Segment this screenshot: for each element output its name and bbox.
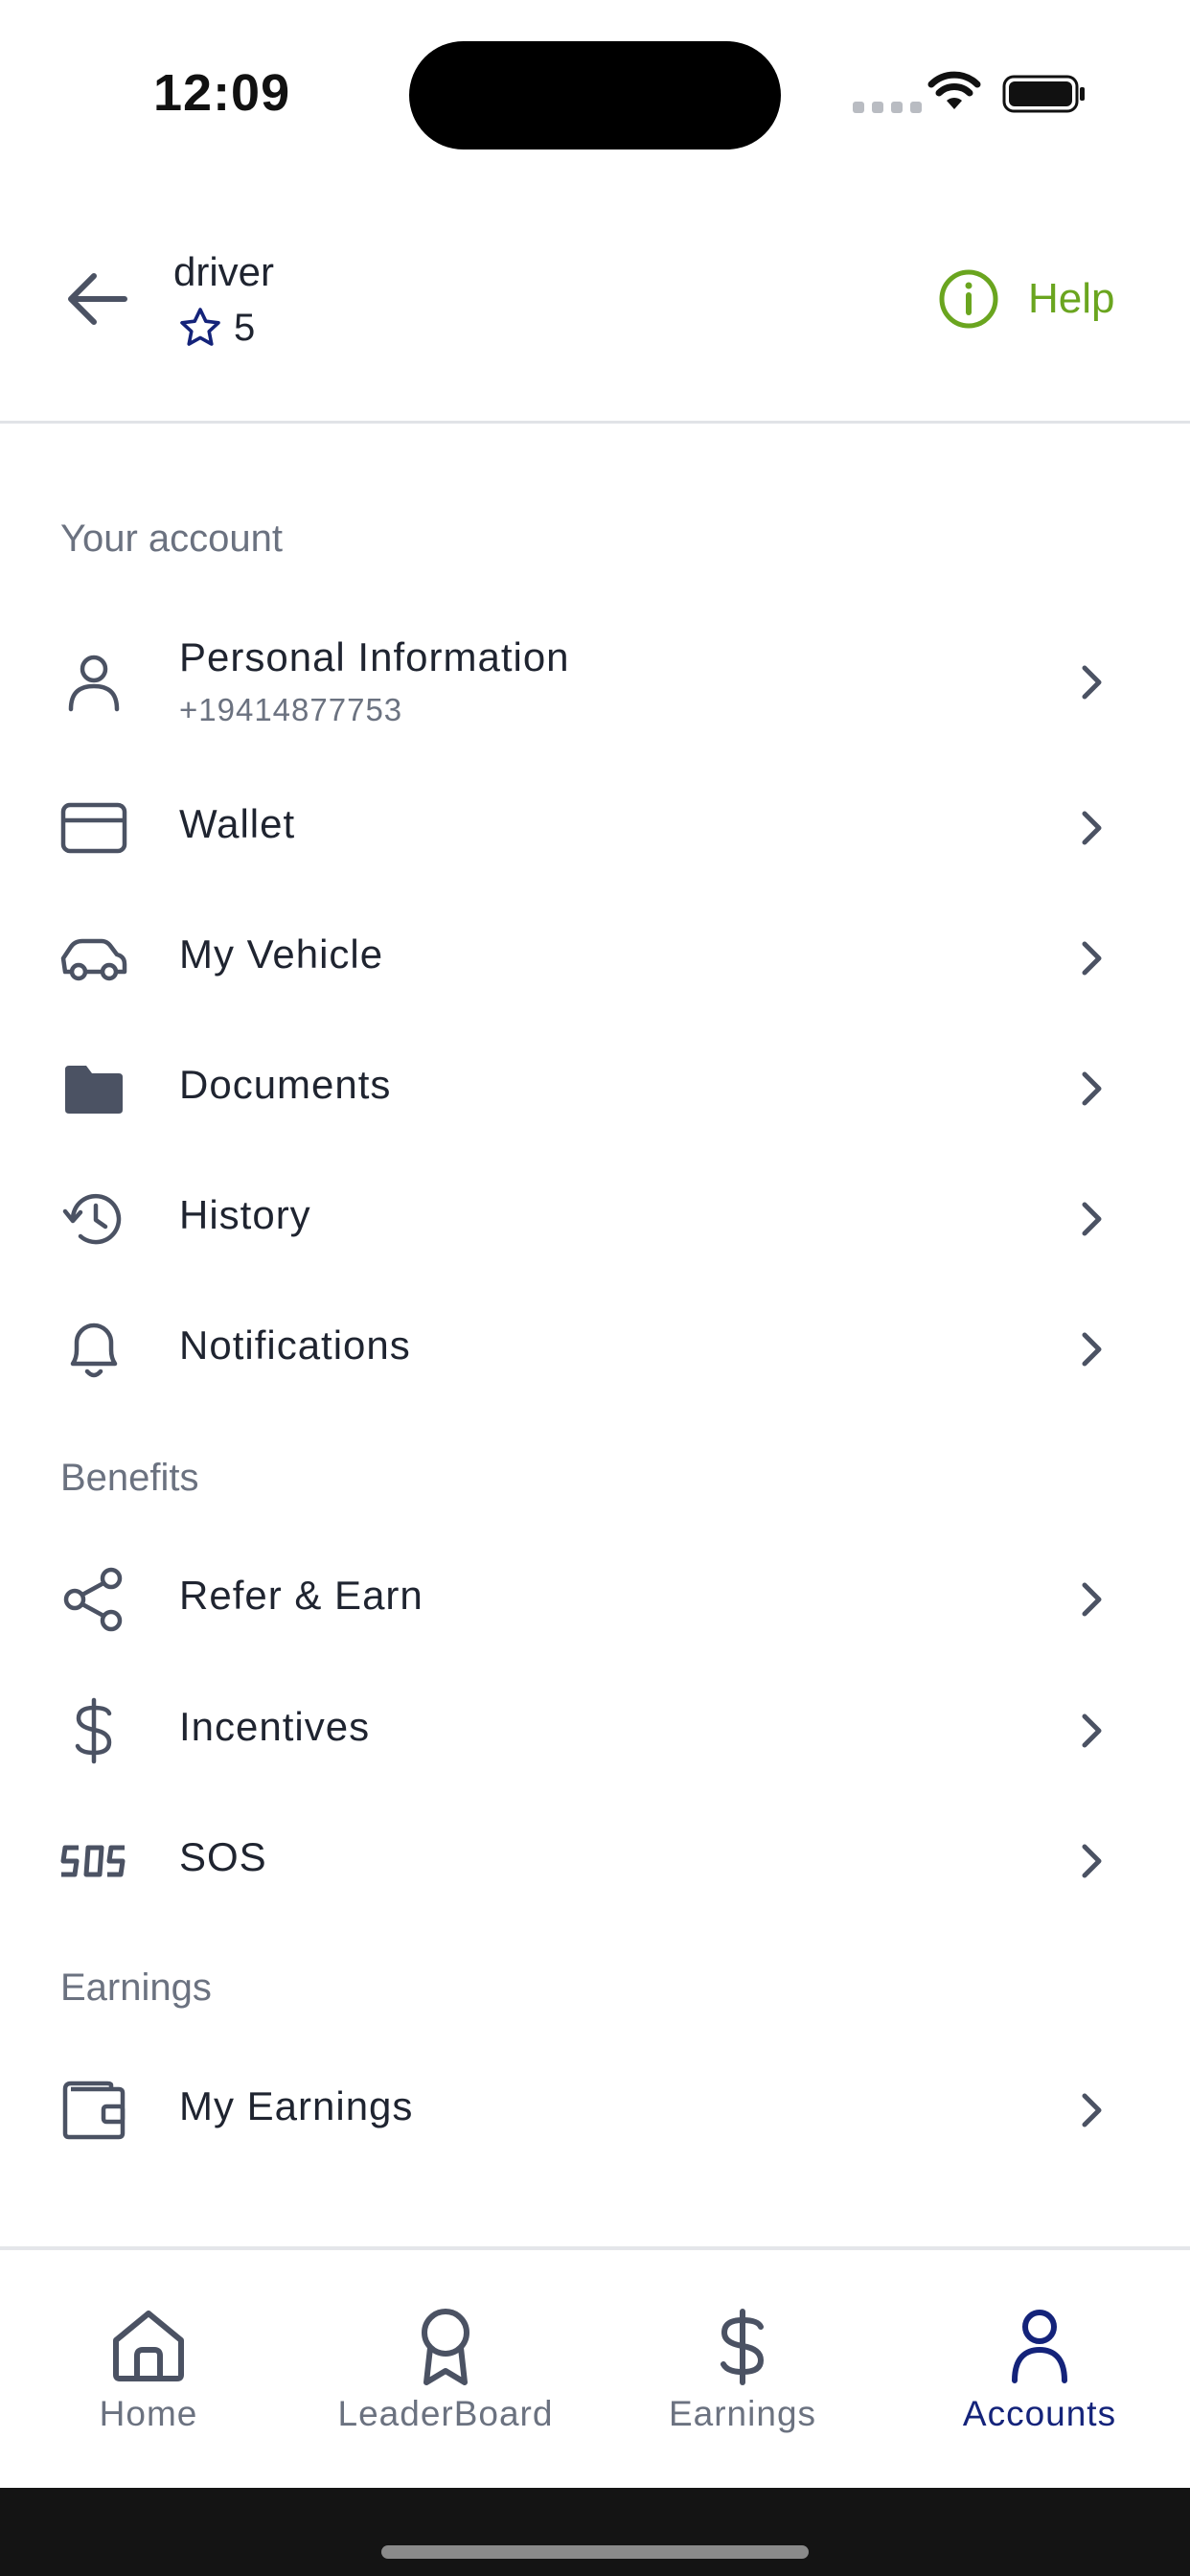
section-title-your-account: Your account — [60, 518, 284, 560]
app-header: driver 5 Help — [0, 182, 1190, 424]
section-title-earnings: Earnings — [60, 1966, 212, 2009]
user-icon — [1012, 2310, 1067, 2383]
menu-item-label: Wallet — [179, 801, 296, 846]
menu-item-history[interactable]: History — [0, 1162, 1190, 1276]
credit-card-icon — [59, 794, 128, 862]
menu-item-wallet[interactable]: Wallet — [0, 770, 1190, 886]
share-icon — [59, 1565, 128, 1634]
dollar-icon — [721, 2309, 765, 2385]
tab-leaderboard[interactable]: LeaderBoard — [297, 2250, 594, 2492]
tab-label: Earnings — [668, 2394, 817, 2433]
bell-icon — [59, 1315, 128, 1384]
menu-item-label: Incentives — [179, 1704, 371, 1749]
status-time: 12:09 — [153, 64, 291, 122]
menu-item-label: Notifications — [179, 1322, 411, 1368]
tab-label: LeaderBoard — [337, 2394, 554, 2433]
car-icon — [59, 924, 128, 993]
menu-item-refer-earn[interactable]: Refer & Earn — [0, 1542, 1190, 1657]
driver-name: driver — [173, 249, 275, 294]
tab-accounts[interactable]: Accounts — [891, 2250, 1188, 2492]
wifi-icon — [927, 71, 981, 109]
battery-icon — [1002, 75, 1085, 113]
help-button[interactable]: Help — [938, 268, 1115, 330]
menu-item-my-earnings[interactable]: My Earnings — [0, 2053, 1190, 2168]
folder-icon — [59, 1054, 128, 1123]
chevron-right-icon — [1082, 1332, 1102, 1367]
menu-item-documents[interactable]: Documents — [0, 1031, 1190, 1146]
menu-item-subtitle: +19414877753 — [179, 692, 403, 727]
chevron-right-icon — [1082, 811, 1102, 845]
chevron-right-icon — [1082, 1071, 1102, 1106]
chevron-right-icon — [1082, 2093, 1102, 2128]
award-icon — [422, 2309, 469, 2385]
menu-item-my-vehicle[interactable]: My Vehicle — [0, 901, 1190, 1016]
dollar-icon — [59, 1696, 128, 1765]
status-bar: 12:09 — [0, 0, 1190, 182]
chevron-right-icon — [1082, 1202, 1102, 1236]
rating-value: 5 — [234, 306, 256, 349]
star-icon — [180, 308, 220, 346]
tab-label: Home — [99, 2394, 198, 2433]
sos-icon — [59, 1827, 128, 1896]
menu-item-incentives[interactable]: Incentives — [0, 1673, 1190, 1788]
menu-item-label: History — [179, 1192, 311, 1237]
menu-item-notifications[interactable]: Notifications — [0, 1292, 1190, 1407]
info-icon — [939, 269, 998, 329]
chevron-right-icon — [1082, 1844, 1102, 1878]
chevron-right-icon — [1082, 665, 1102, 700]
home-indicator[interactable] — [381, 2545, 809, 2559]
user-icon — [59, 648, 128, 717]
wallet-icon — [59, 2076, 128, 2145]
menu-item-personal-information[interactable]: Personal Information +19414877753 — [0, 625, 1190, 740]
tab-label: Accounts — [962, 2394, 1117, 2433]
menu-item-sos[interactable]: SOS — [0, 1804, 1190, 1919]
dynamic-island — [409, 41, 781, 150]
bottom-navigation: Home LeaderBoard Earnings Accounts — [0, 2246, 1190, 2488]
driver-rating: 5 — [176, 305, 255, 351]
home-indicator-area — [0, 2488, 1190, 2576]
tab-earnings[interactable]: Earnings — [594, 2250, 891, 2492]
chevron-right-icon — [1082, 1582, 1102, 1617]
back-arrow-icon[interactable] — [65, 270, 128, 328]
home-icon — [113, 2311, 184, 2381]
menu-item-label: My Earnings — [179, 2083, 414, 2128]
menu-item-label: Documents — [179, 1062, 392, 1107]
chevron-right-icon — [1082, 1714, 1102, 1748]
menu-item-label: My Vehicle — [179, 932, 384, 977]
chevron-right-icon — [1082, 941, 1102, 976]
tab-home[interactable]: Home — [0, 2250, 297, 2492]
signal-icon — [853, 102, 922, 113]
menu-item-label: Personal Information — [179, 634, 570, 679]
menu-item-label: SOS — [179, 1834, 267, 1879]
menu-item-label: Refer & Earn — [179, 1573, 423, 1618]
section-title-benefits: Benefits — [60, 1457, 199, 1499]
help-label: Help — [1028, 275, 1115, 322]
history-icon — [59, 1184, 128, 1254]
